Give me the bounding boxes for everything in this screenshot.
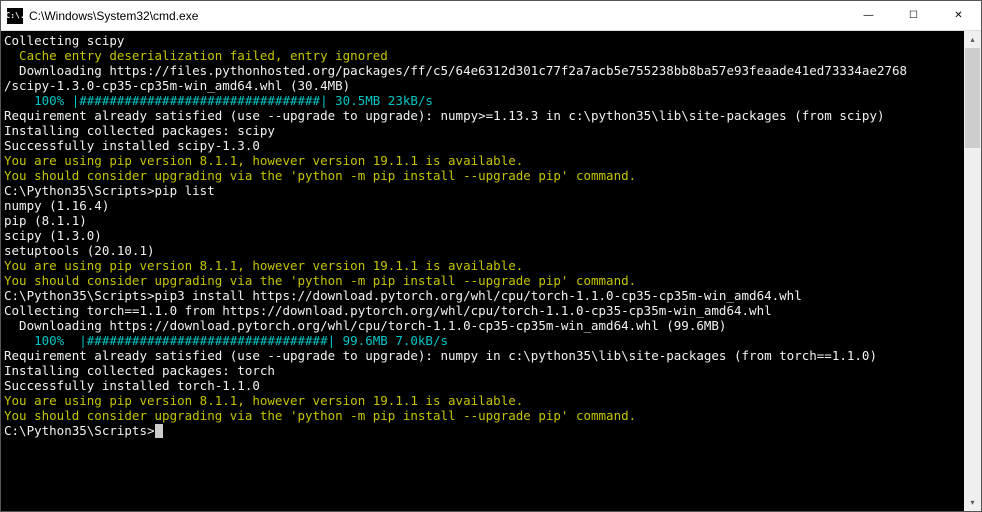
terminal-line: Cache entry deserialization failed, entr…: [4, 48, 964, 63]
terminal-line: You should consider upgrading via the 'p…: [4, 273, 964, 288]
cmd-icon: C:\.: [7, 8, 23, 24]
terminal-line: Successfully installed scipy-1.3.0: [4, 138, 964, 153]
terminal-line: C:\Python35\Scripts>pip3 install https:/…: [4, 288, 964, 303]
terminal-line: You are using pip version 8.1.1, however…: [4, 153, 964, 168]
cmd-window: C:\. C:\Windows\System32\cmd.exe — ☐ ✕ C…: [0, 0, 982, 512]
scrollbar-thumb[interactable]: [965, 48, 980, 148]
scroll-down-button[interactable]: ▾: [964, 494, 981, 511]
terminal-line: You are using pip version 8.1.1, however…: [4, 393, 964, 408]
terminal-line: Installing collected packages: torch: [4, 363, 964, 378]
terminal-line: You are using pip version 8.1.1, however…: [4, 258, 964, 273]
prompt-line[interactable]: C:\Python35\Scripts>: [4, 423, 964, 438]
close-button[interactable]: ✕: [936, 1, 981, 31]
terminal-line: Requirement already satisfied (use --upg…: [4, 348, 964, 363]
terminal-line: /scipy-1.3.0-cp35-cp35m-win_amd64.whl (3…: [4, 78, 964, 93]
terminal-line: Downloading https://files.pythonhosted.o…: [4, 63, 964, 78]
terminal-line: Successfully installed torch-1.1.0: [4, 378, 964, 393]
cursor: [155, 424, 163, 438]
terminal-line: scipy (1.3.0): [4, 228, 964, 243]
terminal-line: Collecting torch==1.1.0 from https://dow…: [4, 303, 964, 318]
terminal-line: 100% |################################| …: [4, 333, 964, 348]
terminal-line: pip (8.1.1): [4, 213, 964, 228]
terminal-line: C:\Python35\Scripts>pip list: [4, 183, 964, 198]
terminal-line: setuptools (20.10.1): [4, 243, 964, 258]
minimize-button[interactable]: —: [846, 1, 891, 31]
terminal-line: Installing collected packages: scipy: [4, 123, 964, 138]
terminal-line: Downloading https://download.pytorch.org…: [4, 318, 964, 333]
terminal-line: Collecting scipy: [4, 33, 964, 48]
terminal-line: Requirement already satisfied (use --upg…: [4, 108, 964, 123]
vertical-scrollbar[interactable]: ▴ ▾: [964, 31, 981, 511]
content-area: Collecting scipy Cache entry deserializa…: [1, 31, 981, 511]
scroll-up-button[interactable]: ▴: [964, 31, 981, 48]
terminal-output[interactable]: Collecting scipy Cache entry deserializa…: [1, 31, 964, 511]
maximize-button[interactable]: ☐: [891, 1, 936, 31]
terminal-line: 100% |################################| …: [4, 93, 964, 108]
terminal-line: You should consider upgrading via the 'p…: [4, 168, 964, 183]
terminal-line: You should consider upgrading via the 'p…: [4, 408, 964, 423]
terminal-line: numpy (1.16.4): [4, 198, 964, 213]
window-title: C:\Windows\System32\cmd.exe: [29, 9, 198, 23]
titlebar[interactable]: C:\. C:\Windows\System32\cmd.exe — ☐ ✕: [1, 1, 981, 31]
